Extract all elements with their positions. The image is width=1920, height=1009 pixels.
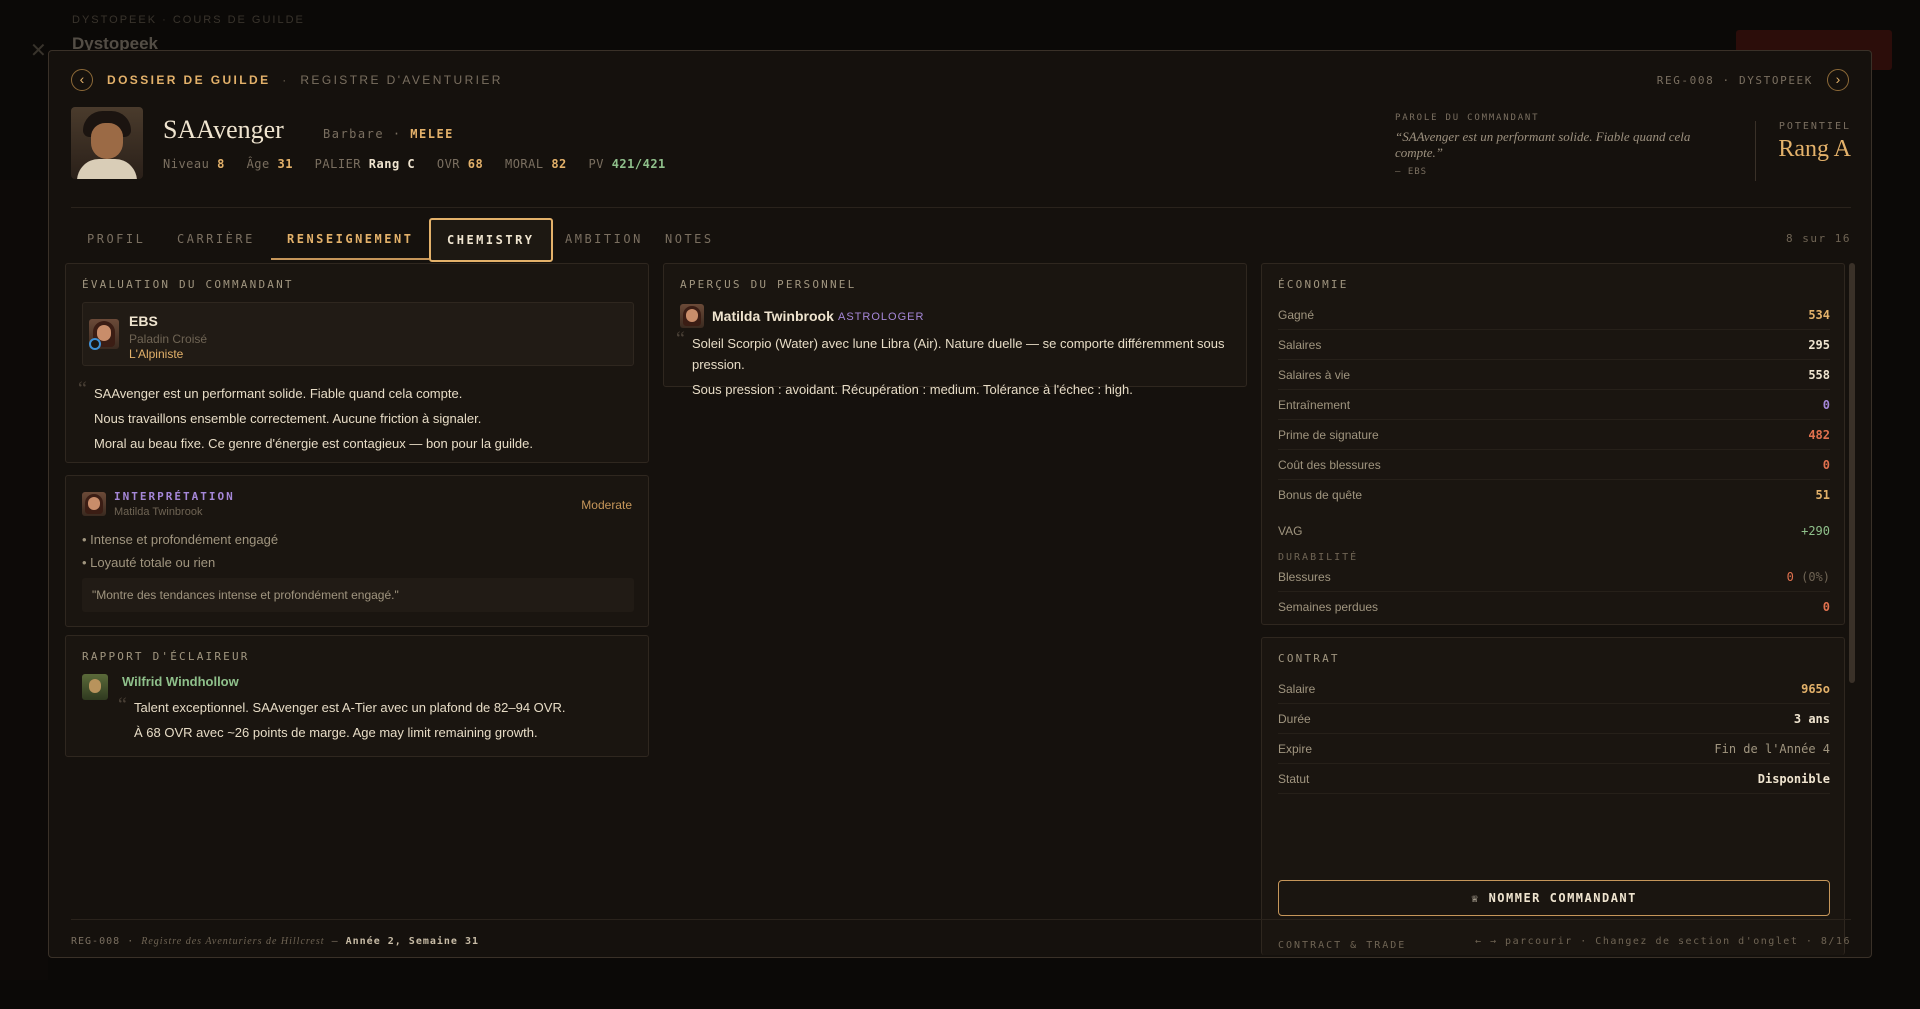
hero-header: SAAvenger Barbare · MELEE Niveau 8 Âge 3…: [71, 107, 1851, 193]
footer-hint: ← → parcourir · Changez de section d'ong…: [1474, 936, 1851, 947]
tab-carriere[interactable]: CARRIÈRE: [161, 218, 271, 260]
tab-counter: 8 sur 16: [1786, 232, 1851, 245]
weeks-lost-row: Semaines perdues 0: [1278, 600, 1830, 614]
commander-evaluation-panel: ÉVALUATION DU COMMANDANT EBS Paladin Cro…: [65, 263, 649, 463]
commander-title: L'Alpiniste: [129, 347, 184, 361]
staff-line: Soleil Scorpio (Water) avec lune Libra (…: [692, 336, 1225, 351]
staff-avatar: [680, 304, 704, 328]
staff-line: pression.: [692, 357, 745, 372]
footer: REG-008 · Registre des Aventuriers de Hi…: [71, 919, 1851, 959]
adventurer-name: SAAvenger: [163, 115, 284, 144]
crown-icon: ♕: [1471, 891, 1480, 905]
economy-row: Entraînement 0: [1278, 390, 1830, 420]
breadcrumb-section: DOSSIER DE GUILDE: [107, 73, 271, 87]
appoint-commander-button[interactable]: ♕ NOMMER COMMANDANT: [1278, 880, 1830, 916]
tab-ambition[interactable]: AMBITION: [549, 218, 659, 260]
interpretation-quote: "Montre des tendances intense et profond…: [82, 578, 634, 612]
potential-value: Rang A: [1778, 136, 1851, 162]
interpretation-title: INTERPRÉTATION: [114, 490, 235, 503]
commander-role: Paladin Croisé: [129, 332, 208, 346]
app-logo-icon: ✕: [30, 40, 47, 62]
quote-mark-icon: “: [78, 378, 87, 400]
evaluation-line: SAAvenger est un performant solide. Fiab…: [94, 386, 463, 401]
interpreter-avatar: [82, 492, 106, 516]
interpretation-level: Moderate: [581, 498, 632, 512]
scout-name: Wilfrid Windhollow: [122, 674, 239, 689]
interpretation-author: Matilda Twinbrook: [114, 506, 203, 518]
interpretation-panel: INTERPRÉTATION Matilda Twinbrook Moderat…: [65, 475, 649, 627]
economy-row: Gagné 534: [1278, 300, 1830, 330]
interpretation-bullet: • Intense et profondément engagé: [82, 532, 279, 547]
evaluation-line: Moral au beau fixe. Ce genre d'énergie e…: [94, 436, 533, 451]
staff-line: Sous pression : avoidant. Récupération :…: [692, 382, 1133, 397]
staff-name: Matilda Twinbrook: [712, 308, 834, 324]
staff-insights-panel: APERÇUS DU PERSONNEL Matilda Twinbrook A…: [663, 263, 1247, 397]
commander-card[interactable]: EBS Paladin Croisé L'Alpiniste: [82, 302, 634, 366]
potential: POTENTIEL Rang A: [1755, 121, 1851, 181]
injuries-row: Blessures 0 (0%): [1278, 562, 1830, 592]
contract-row: Salaire 965o: [1278, 674, 1830, 704]
tab-profil[interactable]: PROFIL: [71, 218, 161, 260]
adventurer-class: Barbare · MELEE: [323, 127, 454, 141]
quote-mark-icon: “: [118, 694, 127, 716]
adventurer-stats: Niveau 8 Âge 31 PALIER Rang C OVR 68 MOR…: [163, 157, 666, 171]
footer-info: REG-008 · Registre des Aventuriers de Hi…: [71, 936, 480, 947]
contract-panel: CONTRAT Salaire 965o Durée 3 ans Expire Fin…: [1261, 637, 1845, 955]
scout-report-panel: RAPPORT D'ÉCLAIREUR Wilfrid Windhollow “…: [65, 635, 649, 757]
scout-avatar: [82, 674, 108, 700]
economy-row: Bonus de quête 51: [1278, 488, 1830, 502]
breadcrumb-subsection: REGISTRE D'AVENTURIER: [300, 73, 503, 87]
breadcrumb: ‹ DOSSIER DE GUILDE · REGISTRE D'AVENTUR…: [71, 69, 1849, 91]
commander-quote: “SAAvenger est un performant solide. Fia…: [1395, 129, 1691, 160]
economy-row: Coût des blessures 0: [1278, 450, 1830, 480]
scroll-thumb[interactable]: [1849, 263, 1855, 683]
economy-row: Prime de signature 482: [1278, 420, 1830, 450]
contract-row: Expire Fin de l'Année 4: [1278, 734, 1830, 764]
economy-panel: ÉCONOMIE Gagné 534 Salaires 295 Salaires à…: [1261, 263, 1845, 625]
scout-line: À 68 OVR avec ~26 points de marge. Age m…: [134, 725, 538, 740]
economy-row: Salaires 295: [1278, 330, 1830, 360]
evaluation-line: Nous travaillons ensemble correctement. …: [94, 411, 482, 426]
tab-bar: PROFIL CARRIÈRE RENSEIGNEMENT CHEMISTRY …: [71, 207, 1851, 262]
tab-chemistry[interactable]: CHEMISTRY: [429, 218, 553, 262]
quote-mark-icon: “: [676, 328, 685, 350]
interpretation-bullet: • Loyauté totale ou rien: [82, 555, 216, 570]
commander-word: PAROLE DU COMMANDANT “SAAvenger est un p…: [1395, 113, 1725, 177]
economy-row: Salaires à vie 558: [1278, 360, 1830, 390]
guild-dossier-modal: ‹ DOSSIER DE GUILDE · REGISTRE D'AVENTUR…: [48, 50, 1872, 958]
avatar: [71, 107, 143, 179]
contract-row: Durée 3 ans: [1278, 704, 1830, 734]
background-sidebar: [0, 180, 48, 980]
tab-notes[interactable]: NOTES: [649, 218, 730, 260]
contract-row: Statut Disponible: [1278, 764, 1830, 794]
commander-name: EBS: [129, 313, 158, 329]
next-record-button[interactable]: ›: [1827, 69, 1849, 91]
scout-line: Talent exceptionnel. SAAvenger est A-Tie…: [134, 700, 566, 715]
vag-row: VAG +290: [1278, 524, 1830, 538]
record-id: REG-008 · DYSTOPEEK: [1656, 74, 1813, 87]
scrollbar[interactable]: [1849, 263, 1855, 953]
commander-badge-icon: [89, 338, 101, 350]
tab-renseignement[interactable]: RENSEIGNEMENT: [271, 218, 430, 260]
background-breadcrumb: DYSTOPEEK · COURS DE GUILDE: [72, 14, 305, 26]
staff-role: ASTROLOGER: [838, 311, 925, 323]
previous-record-button[interactable]: ‹: [71, 69, 93, 91]
